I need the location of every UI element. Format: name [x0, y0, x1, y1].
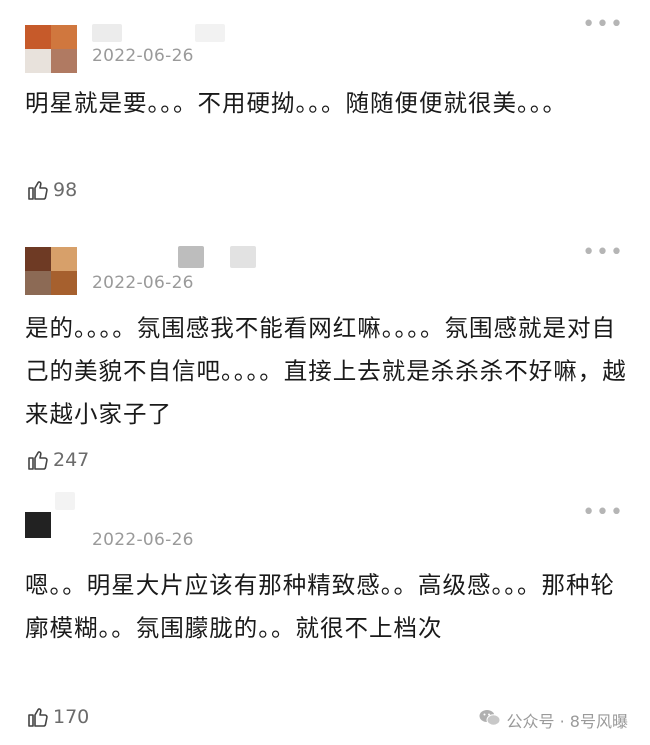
avatar-tile [51, 49, 77, 73]
thumbs-up-icon [26, 448, 50, 472]
thumbs-up-icon [26, 178, 50, 202]
blurred-username[interactable] [178, 246, 204, 268]
more-dots-icon[interactable]: ••• [582, 502, 624, 524]
avatar-tile [51, 271, 77, 295]
comment-text: 嗯。。明星大片应该有那种精致感。。高级感。。。那种轮廓模糊。。氛围朦胧的。。就很… [25, 571, 615, 642]
avatar-tile [25, 49, 51, 73]
avatar-tile [51, 247, 77, 271]
comment-text: 明星就是要。。。不用硬拗。。。随随便便就很美。。。 [25, 89, 567, 117]
like-button[interactable]: 247 [26, 448, 89, 472]
blurred-username[interactable] [92, 24, 122, 42]
avatar[interactable] [25, 25, 77, 73]
blurred-username [230, 246, 256, 268]
avatar-tile [25, 247, 51, 271]
more-dots-icon[interactable]: ••• [582, 242, 624, 264]
like-count: 170 [53, 706, 90, 728]
like-button[interactable]: 170 [26, 705, 89, 729]
like-button[interactable]: 98 [26, 178, 77, 202]
comment-date: 2022-06-26 [92, 273, 194, 293]
watermark: 公众号 · 8号风曝 [479, 708, 628, 732]
avatar-tile [25, 271, 51, 295]
blurred-username [195, 24, 225, 42]
blurred-username[interactable] [55, 492, 75, 510]
comment-date: 2022-06-26 [92, 46, 194, 66]
more-dots-icon[interactable]: ••• [582, 14, 624, 36]
avatar[interactable] [25, 512, 51, 538]
wechat-icon [479, 709, 507, 731]
watermark-text: 公众号 · 8号风曝 [506, 712, 628, 731]
like-count: 98 [53, 179, 78, 201]
comment-text: 是的。。。。氛围感我不能看网红嘛。。。。氛围感就是对自己的美貌不自信吧。。。。直… [25, 314, 627, 428]
like-count: 247 [53, 449, 90, 471]
comment-date: 2022-06-26 [92, 530, 194, 550]
avatar-tile [25, 25, 51, 49]
thumbs-up-icon [26, 705, 50, 729]
avatar-tile [51, 25, 77, 49]
avatar[interactable] [25, 247, 77, 295]
